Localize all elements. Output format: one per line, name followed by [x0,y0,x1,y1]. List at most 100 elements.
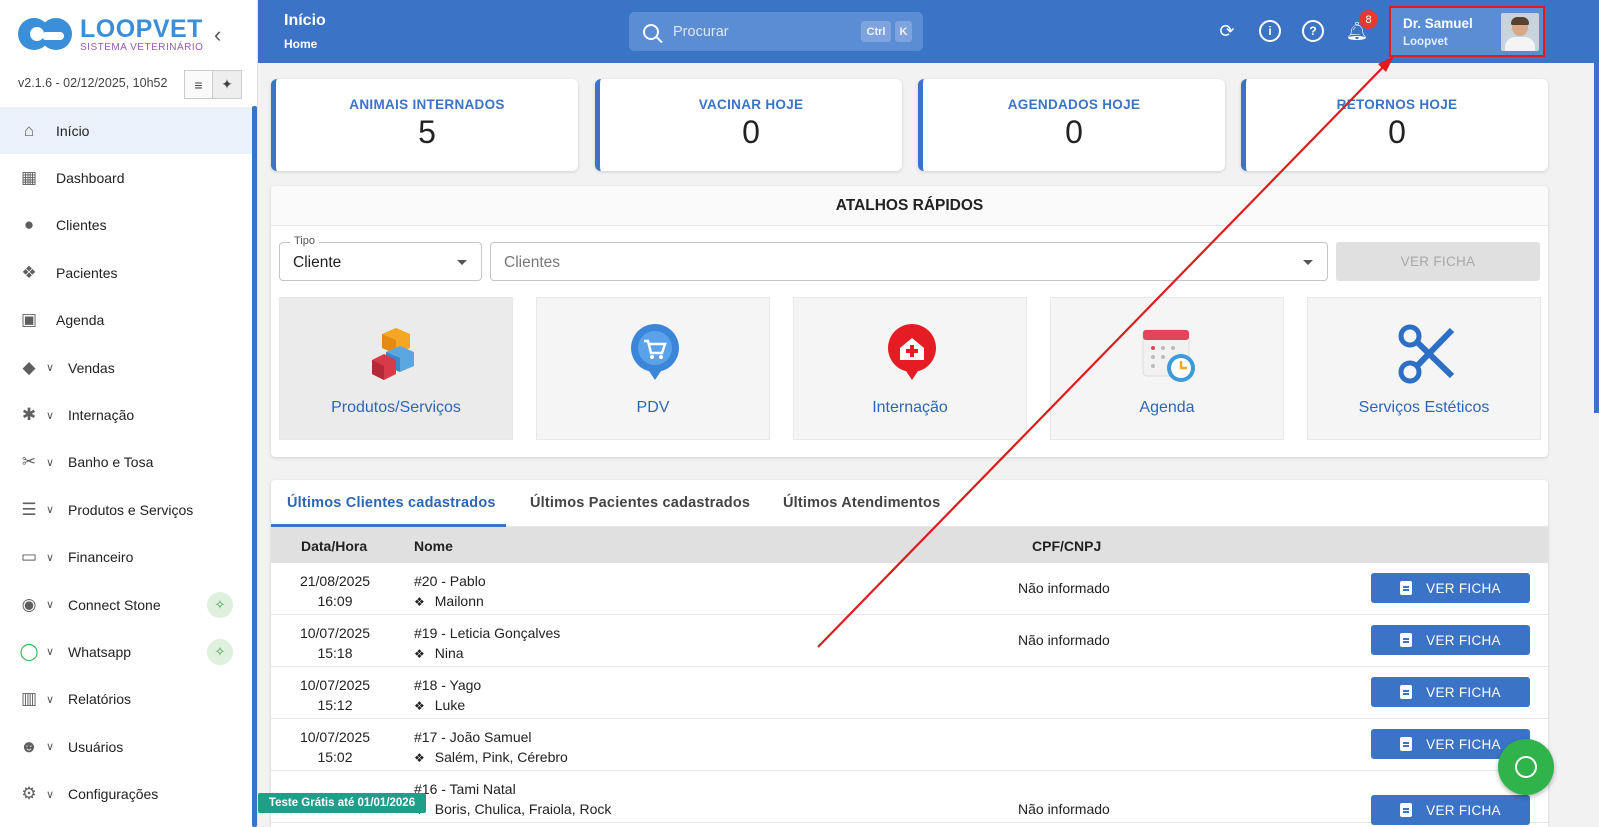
sidebar-item-banho-e-tosa[interactable]: ✂ ∨ Banho e Tosa [0,439,253,486]
ver-ficha-button[interactable]: VER FICHA [1371,795,1530,825]
sidebar-item-label: Pacientes [56,264,118,281]
sidebar-item-label: Banho e Tosa [68,454,154,471]
clipboard-icon [1400,581,1413,595]
tile-label: Serviços Estéticos [1358,399,1490,416]
tab-ultimos-clientes[interactable]: Últimos Clientes cadastrados [287,495,496,511]
stat-label: RETORNOS HOJE [1336,97,1458,112]
menu-list-icon[interactable]: ≡ [184,70,213,99]
user-name: Dr. Samuel [1403,16,1473,31]
stat-label: VACINAR HOJE [698,97,804,112]
sidebar-item-financeiro[interactable]: ▭ ∨ Financeiro [0,534,253,581]
clipboard-icon [1400,685,1413,699]
sidebar-item-internacao[interactable]: ✱ ∨ Internação [0,391,253,438]
tile-servicos-esteticos[interactable]: Serviços Estéticos [1307,297,1541,440]
chevron-down-icon: ∨ [46,551,55,564]
stat-card-animais-internados[interactable]: ANIMAIS INTERNADOS 5 [271,79,578,171]
sidebar: LOOPVET SISTEMA VETERINÁRIO ‹ v2.1.6 - 0… [0,0,258,827]
sidebar-item-relatorios[interactable]: ▥ ∨ Relatórios [0,676,253,723]
breadcrumb[interactable]: Home [284,37,317,51]
sidebar-item-vendas[interactable]: ◆ ∨ Vendas [0,344,253,391]
dashboard-icon: ▦ [20,168,38,188]
stat-card-agendados-hoje[interactable]: AGENDADOS HOJE 0 [918,79,1225,171]
tabs: Últimos Clientes cadastrados Últimos Pac… [271,480,1548,527]
person-icon: ● [23,215,35,235]
sidebar-item-configuracoes[interactable]: ⚙ ∨ Configurações [0,770,253,817]
row-cpf: Não informado [1018,632,1110,648]
money-icon: ▭ [20,547,38,567]
tab-ultimos-pacientes[interactable]: Últimos Pacientes cadastrados [530,495,750,511]
tile-label: PDV [636,399,670,416]
paw-icon: ❖ [414,647,425,661]
home-icon: ⌂ [23,120,35,140]
collapse-sidebar-chevron-left-icon[interactable]: ‹ [214,22,221,48]
ver-ficha-button-disabled[interactable]: VER FICHA [1336,242,1540,281]
row-name: #18 - Yago ❖ Luke [414,675,481,716]
ver-ficha-button[interactable]: VER FICHA [1371,677,1530,707]
sidebar-item-inicio[interactable]: ⌂ Início [0,107,253,155]
row-name: #17 - João Samuel ❖ Salém, Pink, Cérebro [414,727,568,768]
tab-ultimos-atendimentos[interactable]: Últimos Atendimentos [783,495,940,511]
table-row: 10/07/2025 15:12 #18 - Yago ❖ Luke VER FICH… [271,667,1548,719]
sidebar-item-label: Agenda [56,312,105,329]
chevron-down-icon: ∨ [46,362,55,375]
search-input[interactable] [673,23,853,40]
chevron-down-icon: ∨ [46,788,55,801]
ver-ficha-button[interactable]: VER FICHA [1371,573,1530,603]
stat-card-vacinar-hoje[interactable]: VACINAR HOJE 0 [595,79,902,171]
tile-pdv[interactable]: PDV [536,297,770,440]
sidebar-item-clientes[interactable]: ● Clientes [0,202,253,249]
table-row: 10/07/2025 15:18 #19 - Leticia Gonçalves ❖… [271,615,1548,667]
stat-value: 0 [742,114,760,150]
sidebar-item-whatsapp[interactable]: ◯ ∨ Whatsapp ✧ [0,628,253,675]
sync-icon[interactable]: ⟳ [1216,20,1238,42]
tile-internacao[interactable]: Internação [793,297,1027,440]
new-feature-badge-icon: ✧ [207,639,233,666]
paw-icon: ❖ [414,595,425,609]
search-bar[interactable]: Ctrl K [629,12,923,51]
kbd-ctrl: Ctrl [861,21,891,42]
loopvet-logo[interactable]: LOOPVET SISTEMA VETERINÁRIO [16,14,203,54]
sparkle-icon[interactable]: ✦ [213,70,242,99]
whatsapp-fab-button[interactable] [1498,739,1554,795]
table-row: 10/07/2025 15:02 #17 - João Samuel ❖ Salém,… [271,719,1548,771]
whatsapp-icon [1515,756,1537,778]
sidebar-item-pacientes[interactable]: ❖ Pacientes [0,249,253,296]
sidebar-scrollbar[interactable] [252,106,257,827]
chevron-down-icon: ∨ [46,409,55,422]
tag-icon: ◆ [22,357,36,377]
quick-shortcuts-panel: ATALHOS RÁPIDOS Tipo Cliente Clientes VE… [271,186,1548,457]
dropdown-caret-icon [457,260,467,265]
tipo-select[interactable]: Tipo Cliente [279,235,482,281]
cubes-icon [372,328,414,380]
stone-icon: ◉ [21,594,37,614]
kbd-k: K [895,21,912,42]
chevron-down-icon: ∨ [46,504,55,517]
sidebar-item-agenda[interactable]: ▣ Agenda [0,297,253,344]
notification-badge: 8 [1359,10,1378,29]
cart-pin-icon [631,324,679,380]
tile-agenda[interactable]: Agenda [1050,297,1284,440]
tipo-label: Tipo [290,235,319,247]
logo-subtitle: SISTEMA VETERINÁRIO [80,41,204,53]
row-datetime: 10/07/2025 15:02 [299,729,371,765]
tile-produtos-servicos[interactable]: Produtos/Serviços [279,297,513,440]
page-scrollbar[interactable] [1594,63,1599,413]
calendar-icon: ▣ [20,310,38,330]
report-icon: ▥ [20,689,38,709]
ver-ficha-button[interactable]: VER FICHA [1371,625,1530,655]
whatsapp-icon: ◯ [19,641,39,661]
sidebar-item-produtos-e-servicos[interactable]: ☰ ∨ Produtos e Serviços [0,486,253,533]
sidebar-item-connect-stone[interactable]: ◉ ∨ Connect Stone ✧ [0,581,253,628]
clientes-select[interactable]: Clientes [490,242,1328,281]
sidebar-item-dashboard[interactable]: ▦ Dashboard [0,154,253,201]
sidebar-item-usuarios[interactable]: ☻ ∨ Usuários [0,723,253,770]
stat-card-retornos-hoje[interactable]: RETORNOS HOJE 0 [1241,79,1548,171]
user-profile-button[interactable]: Dr. Samuel Loopvet [1389,6,1545,57]
help-icon[interactable]: ? [1302,20,1324,42]
clipboard-icon [1400,633,1413,647]
info-icon[interactable]: i [1259,20,1281,42]
sidebar-item-label: Dashboard [56,170,125,187]
sidebar-menu: ⌂ Início ▦ Dashboard ● Clientes ❖ Pacien… [0,107,253,818]
sidebar-item-label: Relatórios [68,691,132,708]
trial-banner[interactable]: Teste Grátis até 01/01/2026 [258,793,426,813]
